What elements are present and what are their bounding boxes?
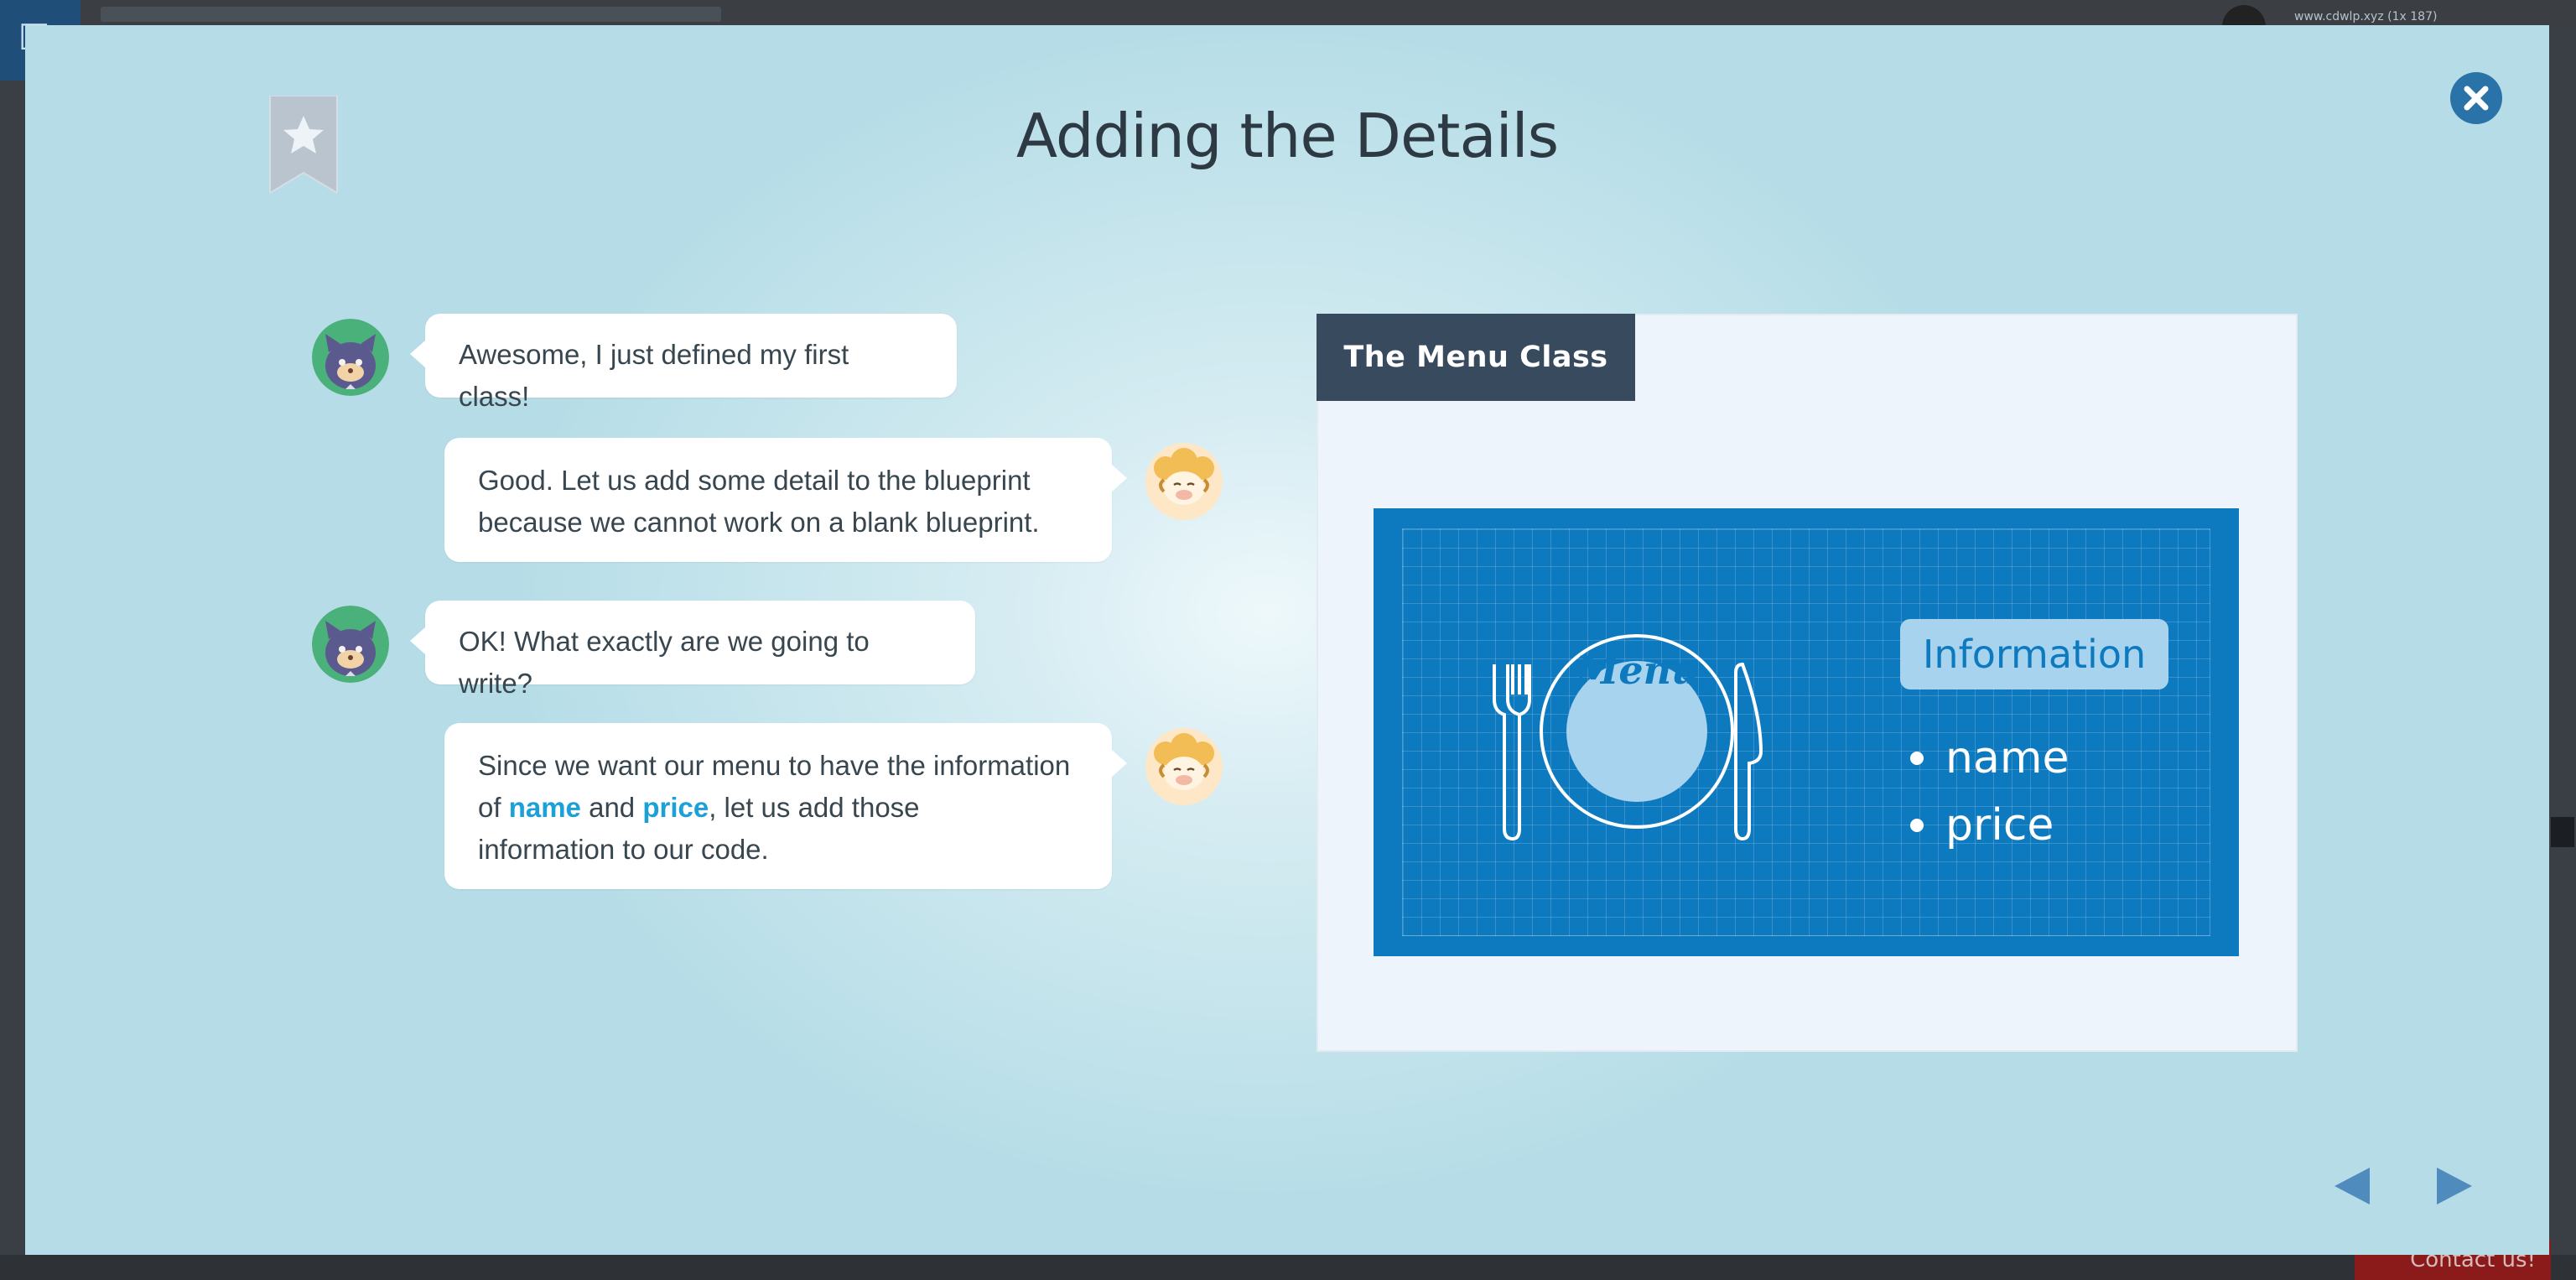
lesson-modal: Adding the Details Awesome, I just defin… (25, 25, 2549, 1255)
chat-text-4-suffix: , let us add those (709, 792, 920, 823)
chat-bubble-1: Awesome, I just defined my first class! (410, 314, 957, 412)
cat-avatar (312, 319, 389, 396)
chat-text-3: OK! What exactly are we going to write? (459, 626, 870, 699)
information-title: Information (1900, 619, 2168, 689)
info-item-price: price (1910, 800, 2054, 851)
info-item-name: name (1910, 733, 2069, 783)
chat-text-4-line2: of name and price, let us add those (478, 787, 1078, 829)
keyword-price: price (642, 792, 709, 823)
chat-text-4-line1: Since we want our menu to have the infor… (478, 750, 1071, 781)
chat-bubble-4: Since we want our menu to have the infor… (444, 723, 1127, 889)
page-title: Adding the Details (1015, 101, 1559, 171)
sheep-character-icon (1145, 728, 1223, 805)
info-item-name-label: name (1945, 733, 2070, 783)
panel-tab-title: The Menu Class (1317, 314, 1635, 401)
sheep-avatar (1145, 728, 1223, 805)
sheep-character-icon (1145, 443, 1223, 520)
chat-bubble-2: Good. Let us add some detail to the blue… (444, 438, 1127, 562)
chat-text-4-line3: information to our code. (478, 834, 769, 865)
cat-avatar (312, 606, 389, 683)
triangle-left-icon (2334, 1168, 2370, 1205)
info-item-price-label: price (1945, 800, 2054, 851)
bullet-icon (1910, 752, 1924, 765)
chat-text-1: Awesome, I just defined my first class! (459, 339, 849, 412)
previous-button[interactable] (2328, 1161, 2378, 1211)
blueprint-illustration: Menu Information name price (1374, 508, 2239, 956)
background-search-bar (101, 7, 721, 22)
scrollbar-thumb[interactable] (2551, 817, 2574, 847)
chat-text-4-mid: and (580, 792, 643, 823)
cat-character-icon (312, 606, 389, 683)
chat-bubble-3: OK! What exactly are we going to write? (410, 601, 975, 699)
sheep-avatar (1145, 443, 1223, 520)
next-button[interactable] (2428, 1161, 2479, 1211)
bullet-icon (1910, 819, 1924, 832)
user-name: www.cdwlp.xyz (1x 187) (2294, 10, 2438, 23)
tableware-icon (1493, 634, 1763, 841)
chat-text-4-prefix: of (478, 792, 509, 823)
background-bottombar (0, 1255, 2576, 1280)
chat-text-2-line2: because we cannot work on a blank bluepr… (478, 507, 1040, 538)
cat-character-icon (312, 319, 389, 396)
plate-menu-label: Menu (1576, 648, 1700, 693)
chat-text-2-line1: Good. Let us add some detail to the blue… (478, 465, 1031, 496)
triangle-right-icon (2437, 1168, 2472, 1205)
keyword-name: name (508, 792, 581, 823)
